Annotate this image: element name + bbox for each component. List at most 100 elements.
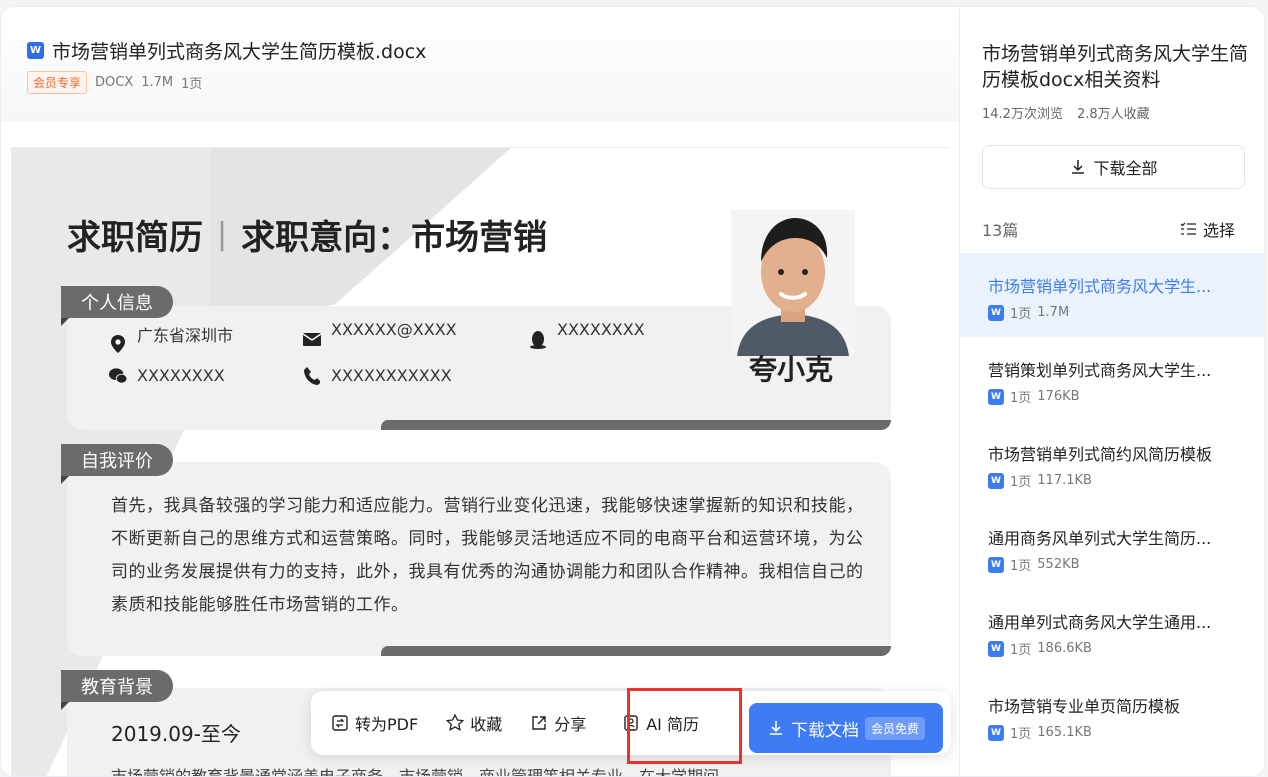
select-button[interactable]: 选择 (1179, 217, 1235, 241)
qq-text: XXXXXXXX (557, 320, 645, 339)
list-item-title: 市场营销单列式简约风简历模板 (988, 445, 1213, 464)
convert-icon (331, 714, 349, 732)
list-item-pages: 1页 (1010, 559, 1032, 574)
word-file-icon: W (988, 304, 1004, 321)
share-label: 分享 (554, 715, 587, 734)
candidate-name: 夸小克 (749, 353, 834, 386)
info-qq: XXXXXXXX (529, 320, 645, 349)
list-item-title: 通用单列式商务风大学生通用... (988, 613, 1212, 632)
list-item[interactable]: 营销策划单列式商务风大学生... W 1页 176KB (960, 337, 1264, 421)
view-count: 14.2万次浏览 (982, 107, 1063, 122)
list-item-pages: 1页 (1010, 307, 1032, 322)
sidebar-stats: 14.2万次浏览 2.8万人收藏 (982, 103, 1150, 122)
list-item-meta: W 1页 117.1KB (988, 471, 1264, 490)
list-item[interactable]: 通用单列式商务风大学生通用... W 1页 186.6KB (960, 589, 1264, 673)
list-item[interactable]: 市场营销单列式商务风大学生... W 1页 1.7M (960, 253, 1264, 337)
favorite-label: 收藏 (470, 715, 503, 734)
list-item-title: 市场营销单列式商务风大学生... (988, 277, 1212, 296)
word-file-icon: W (988, 556, 1004, 573)
document-area: W 市场营销单列式商务风大学生简历模板.docx 会员专享 DOCX 1.7M … (1, 7, 959, 777)
list-item-meta: W 1页 186.6KB (988, 639, 1264, 658)
document-preview[interactable]: 求职简历 | 求职意向：市场营销 个人信息 广东省深圳市 XXXXXX@XXXX (11, 147, 949, 777)
wechat-icon (109, 367, 127, 385)
word-file-icon: W (988, 724, 1004, 741)
list-item[interactable]: 市场营销单列式简约风简历模板 W 1页 117.1KB (960, 421, 1264, 505)
section-tag-evaluation: 自我评价 (61, 444, 173, 484)
evaluation-text: 首先，我具备较强的学习能力和适应能力。营销行业变化迅速，我能够快速掌握新的知识和… (111, 496, 864, 615)
sidebar-count-row: 13篇 选择 (982, 217, 1235, 241)
document-header: W 市场营销单列式商务风大学生简历模板.docx 会员专享 DOCX 1.7M … (1, 7, 959, 121)
word-file-icon: W (988, 472, 1004, 489)
list-item-meta: W 1页 1.7M (988, 303, 1264, 322)
info-phone: XXXXXXXXXXX (303, 366, 452, 385)
favorite-count: 2.8万人收藏 (1076, 107, 1150, 122)
list-item-size: 1.7M (1037, 305, 1070, 320)
info-email: XXXXXX@XXXX (303, 320, 457, 349)
checklist-icon (1179, 220, 1197, 238)
envelope-icon (303, 331, 321, 349)
related-sidebar: 市场营销单列式商务风大学生简历模板docx相关资料 14.2万次浏览 2.8万人… (959, 7, 1264, 776)
list-item-size: 186.6KB (1037, 641, 1092, 656)
list-item[interactable]: 市场营销专业单页简历模板 W 1页 165.1KB (960, 673, 1264, 757)
download-icon (1069, 158, 1087, 176)
download-document-button[interactable]: 下载文档 会员免费 (749, 703, 943, 753)
document-title-text: 市场营销单列式商务风大学生简历模板.docx (52, 41, 427, 63)
title-separator: | (217, 217, 228, 252)
location-text: 广东省深圳市 (137, 326, 234, 345)
card-bar (381, 646, 891, 656)
app-frame: W 市场营销单列式商务风大学生简历模板.docx 会员专享 DOCX 1.7M … (0, 6, 1265, 777)
resume-title: 求职简历 | 求职意向：市场营销 (67, 210, 547, 259)
resume-title-main: 求职简历 (67, 218, 203, 258)
doc-size: 1.7M (141, 75, 174, 90)
member-free-tag: 会员免费 (864, 716, 925, 740)
list-item-size: 176KB (1037, 389, 1080, 404)
phone-icon (303, 366, 321, 385)
doc-format: DOCX (95, 75, 134, 90)
list-item-meta: W 1页 176KB (988, 387, 1264, 406)
document-meta: 会员专享 DOCX 1.7M 1页 (27, 71, 202, 94)
section-tag-education: 教育背景 (61, 670, 173, 710)
download-icon (767, 719, 785, 737)
list-item-meta: W 1页 165.1KB (988, 723, 1264, 742)
education-text: 市场营销的教育背景通常涵盖电子商务、市场营销、商业管理等相关专业。在大学期间， (111, 767, 736, 777)
qq-penguin-icon (529, 330, 547, 349)
education-date: 2019.09-至今 (111, 722, 241, 746)
list-item-size: 552KB (1037, 557, 1080, 572)
phone-text: XXXXXXXXXXX (331, 366, 452, 385)
list-item-size: 165.1KB (1037, 725, 1092, 740)
select-label: 选择 (1202, 221, 1235, 240)
list-item-pages: 1页 (1010, 391, 1032, 406)
list-item-size: 117.1KB (1037, 473, 1092, 488)
word-file-icon: W (988, 388, 1004, 405)
list-item-title: 通用商务风单列式大学生简历... (988, 529, 1212, 548)
location-pin-icon (109, 335, 127, 353)
list-item-pages: 1页 (1010, 643, 1032, 658)
resume-intent: 求职意向：市场营销 (241, 218, 548, 258)
list-item[interactable]: 通用商务风单列式大学生简历... W 1页 552KB (960, 505, 1264, 589)
info-location: 广东省深圳市 (109, 326, 233, 356)
word-file-icon: W (988, 640, 1004, 657)
item-count: 13篇 (982, 221, 1019, 240)
email-text: XXXXXX@XXXX (331, 320, 457, 339)
ai-resume-highlight-box (627, 688, 742, 764)
section-tag-personal: 个人信息 (61, 286, 173, 326)
list-item-pages: 1页 (1010, 475, 1032, 490)
convert-pdf-button[interactable]: 转为PDF (331, 711, 418, 735)
list-item-title: 市场营销专业单页简历模板 (988, 697, 1181, 716)
download-all-button[interactable]: 下载全部 (982, 145, 1245, 189)
card-bar (381, 420, 891, 430)
related-list: 市场营销单列式商务风大学生... W 1页 1.7M 营销策划单列式商务风大学生..… (960, 253, 1264, 757)
share-button[interactable]: 分享 (530, 711, 586, 735)
favorite-button[interactable]: 收藏 (446, 711, 502, 735)
download-label: 下载文档 (790, 720, 859, 741)
vip-badge: 会员专享 (27, 71, 88, 94)
star-icon (446, 714, 465, 732)
convert-pdf-label: 转为PDF (355, 715, 419, 734)
doc-pages: 1页 (181, 77, 203, 92)
sidebar-title: 市场营销单列式商务风大学生简历模板docx相关资料 (982, 43, 1249, 91)
list-item-pages: 1页 (1010, 727, 1032, 742)
info-wechat: XXXXXXXX (109, 366, 225, 385)
word-file-icon: W (27, 42, 44, 59)
list-item-meta: W 1页 552KB (988, 555, 1264, 574)
list-item-title: 营销策划单列式商务风大学生... (988, 361, 1212, 380)
